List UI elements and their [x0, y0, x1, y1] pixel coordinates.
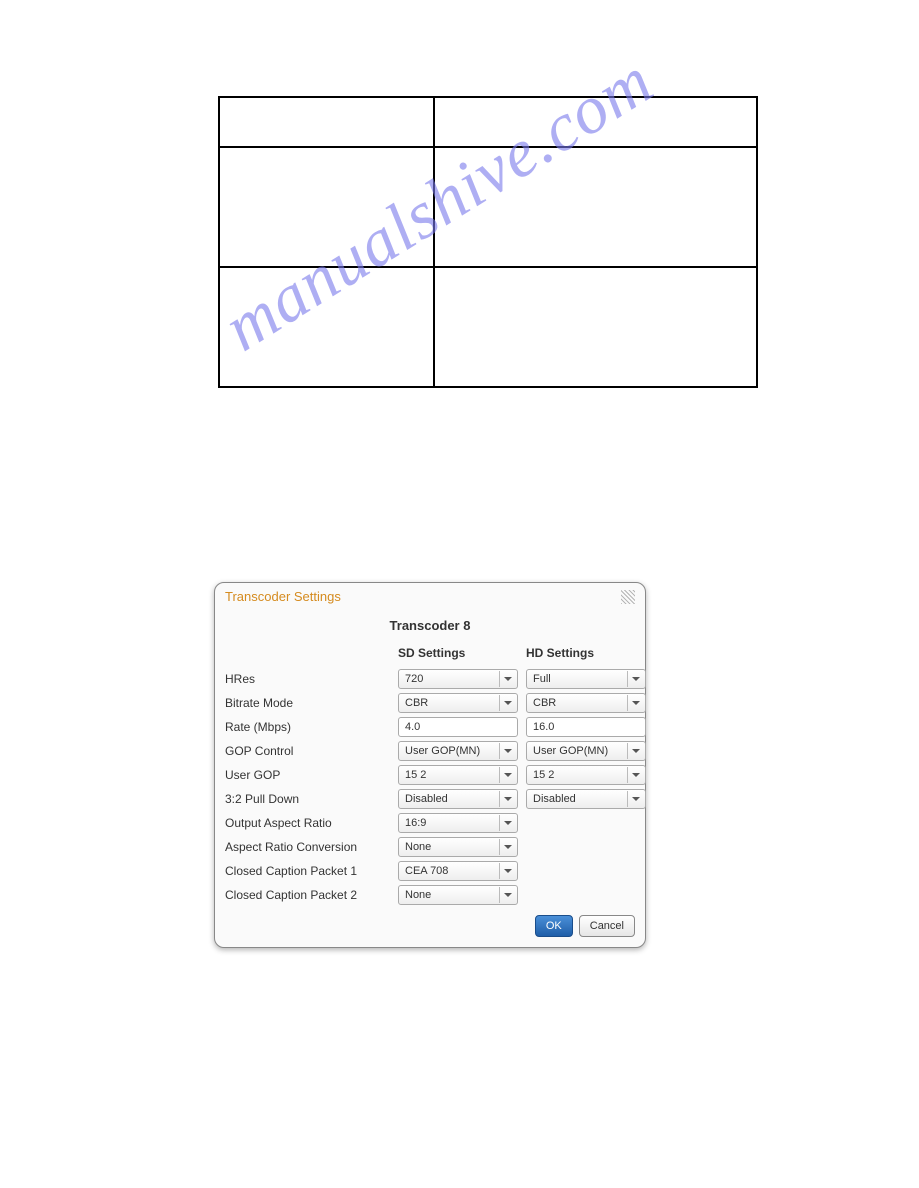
chevron-down-icon: [499, 671, 515, 687]
chevron-down-icon: [627, 791, 643, 807]
chevron-down-icon: [627, 743, 643, 759]
hd-column-header: HD Settings: [526, 646, 646, 664]
dialog-subtitle: Transcoder 8: [225, 618, 635, 633]
cc2-label: Closed Caption Packet 2: [225, 888, 390, 902]
hres-label: HRes: [225, 672, 390, 686]
chevron-down-icon: [499, 815, 515, 831]
user-gop-sd-select[interactable]: 15 2: [398, 765, 518, 785]
user-gop-hd-select[interactable]: 15 2: [526, 765, 646, 785]
pulldown-label: 3:2 Pull Down: [225, 792, 390, 806]
user-gop-label: User GOP: [225, 768, 390, 782]
bitrate-mode-sd-select[interactable]: CBR: [398, 693, 518, 713]
chevron-down-icon: [499, 791, 515, 807]
hres-hd-select[interactable]: Full: [526, 669, 646, 689]
output-aspect-sd-select[interactable]: 16:9: [398, 813, 518, 833]
reference-table: [218, 96, 758, 388]
aspect-conv-sd-select[interactable]: None: [398, 837, 518, 857]
chevron-down-icon: [499, 863, 515, 879]
chevron-down-icon: [499, 695, 515, 711]
gop-control-label: GOP Control: [225, 744, 390, 758]
cc2-sd-select[interactable]: None: [398, 885, 518, 905]
rate-sd-input[interactable]: 4.0: [398, 717, 518, 737]
chevron-down-icon: [627, 671, 643, 687]
pulldown-hd-select[interactable]: Disabled: [526, 789, 646, 809]
hres-sd-select[interactable]: 720: [398, 669, 518, 689]
chevron-down-icon: [627, 767, 643, 783]
sd-column-header: SD Settings: [398, 646, 518, 664]
ok-button[interactable]: OK: [535, 915, 573, 937]
output-aspect-label: Output Aspect Ratio: [225, 816, 390, 830]
cancel-button[interactable]: Cancel: [579, 915, 635, 937]
bitrate-mode-hd-select[interactable]: CBR: [526, 693, 646, 713]
gop-control-sd-select[interactable]: User GOP(MN): [398, 741, 518, 761]
pulldown-sd-select[interactable]: Disabled: [398, 789, 518, 809]
chevron-down-icon: [499, 767, 515, 783]
rate-label: Rate (Mbps): [225, 720, 390, 734]
cc1-label: Closed Caption Packet 1: [225, 864, 390, 878]
bitrate-mode-label: Bitrate Mode: [225, 696, 390, 710]
dialog-title: Transcoder Settings: [225, 589, 341, 604]
transcoder-settings-dialog: Transcoder Settings Transcoder 8 SD Sett…: [214, 582, 646, 948]
chevron-down-icon: [499, 887, 515, 903]
gop-control-hd-select[interactable]: User GOP(MN): [526, 741, 646, 761]
aspect-conv-label: Aspect Ratio Conversion: [225, 840, 390, 854]
chevron-down-icon: [627, 695, 643, 711]
cc1-sd-select[interactable]: CEA 708: [398, 861, 518, 881]
close-icon[interactable]: [621, 590, 635, 604]
chevron-down-icon: [499, 743, 515, 759]
chevron-down-icon: [499, 839, 515, 855]
rate-hd-input[interactable]: 16.0: [526, 717, 646, 737]
